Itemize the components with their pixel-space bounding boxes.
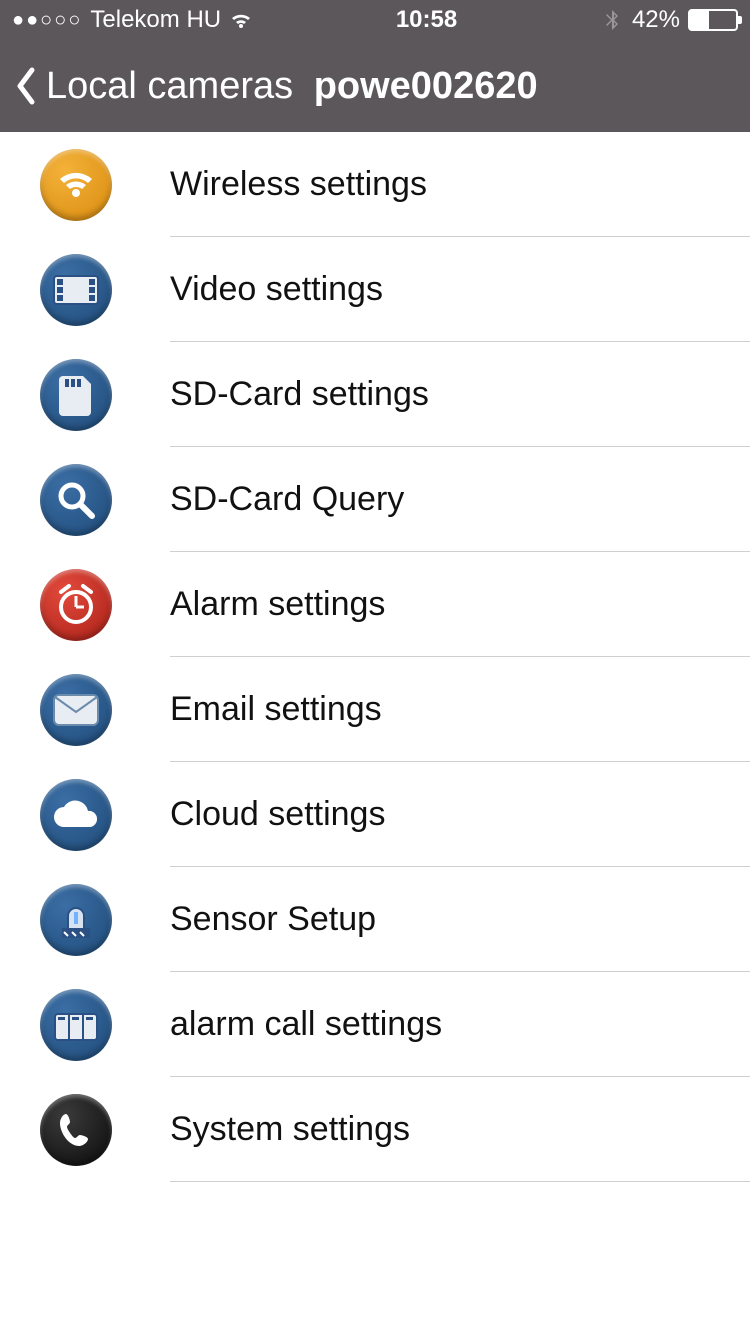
carrier-label: Telekom HU bbox=[90, 6, 221, 34]
row-email-settings[interactable]: Email settings bbox=[0, 657, 750, 762]
row-alarm-call-settings[interactable]: alarm call settings bbox=[0, 972, 750, 1077]
siren-icon bbox=[40, 884, 112, 956]
row-label: Email settings bbox=[170, 690, 382, 729]
status-right: 42% bbox=[600, 6, 738, 34]
battery-percent-label: 42% bbox=[632, 6, 680, 34]
row-sdcard-query[interactable]: SD-Card Query bbox=[0, 447, 750, 552]
sdcard-icon bbox=[40, 359, 112, 431]
row-video-settings[interactable]: Video settings bbox=[0, 237, 750, 342]
bluetooth-icon bbox=[600, 8, 624, 32]
status-left: ●●○○○ Telekom HU bbox=[12, 6, 253, 34]
settings-list: Wireless settings Video settings SD-Card… bbox=[0, 132, 750, 1182]
row-label: Cloud settings bbox=[170, 795, 385, 834]
row-label: SD-Card settings bbox=[170, 375, 429, 414]
device-name: powe002620 bbox=[314, 65, 538, 107]
row-label: Alarm settings bbox=[170, 585, 385, 624]
row-label: Wireless settings bbox=[170, 165, 427, 204]
boxes-icon bbox=[40, 989, 112, 1061]
row-label: SD-Card Query bbox=[170, 480, 404, 519]
row-wireless-settings[interactable]: Wireless settings bbox=[0, 132, 750, 237]
row-label: alarm call settings bbox=[170, 1005, 442, 1044]
signal-dots-icon: ●●○○○ bbox=[12, 9, 82, 32]
wifi-icon bbox=[229, 8, 253, 32]
nav-title[interactable]: Local cameras powe002620 bbox=[46, 65, 538, 108]
row-sdcard-settings[interactable]: SD-Card settings bbox=[0, 342, 750, 447]
battery-icon bbox=[688, 9, 738, 31]
cloud-icon bbox=[40, 779, 112, 851]
row-label: System settings bbox=[170, 1110, 410, 1149]
nav-bar: Local cameras powe002620 bbox=[0, 40, 750, 132]
film-icon bbox=[40, 254, 112, 326]
status-bar: ●●○○○ Telekom HU 10:58 42% bbox=[0, 0, 750, 40]
magnifier-icon bbox=[40, 464, 112, 536]
back-label: Local cameras bbox=[46, 65, 293, 107]
row-system-settings[interactable]: System settings bbox=[0, 1077, 750, 1182]
clock-label: 10:58 bbox=[396, 6, 457, 34]
clock-icon bbox=[40, 569, 112, 641]
row-alarm-settings[interactable]: Alarm settings bbox=[0, 552, 750, 657]
wifi-icon bbox=[40, 149, 112, 221]
row-label: Sensor Setup bbox=[170, 900, 376, 939]
phone-icon bbox=[40, 1094, 112, 1166]
row-label: Video settings bbox=[170, 270, 383, 309]
envelope-icon bbox=[40, 674, 112, 746]
row-sensor-setup[interactable]: Sensor Setup bbox=[0, 867, 750, 972]
row-cloud-settings[interactable]: Cloud settings bbox=[0, 762, 750, 867]
back-button[interactable] bbox=[14, 66, 36, 106]
